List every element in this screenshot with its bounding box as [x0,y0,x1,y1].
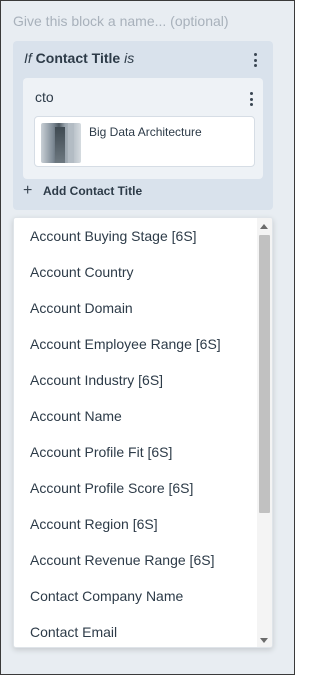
dropdown-option[interactable]: Account Name [14,398,258,434]
condition-prefix: If [24,50,32,66]
dropdown-option[interactable]: Account Country [14,254,258,290]
dropdown-option[interactable]: Contact Email [14,614,258,647]
field-dropdown[interactable]: Account Buying Stage [6S] Account Country… [13,217,273,648]
condition-block: If Contact Title is cto Big Data Archite… [13,41,273,210]
dropdown-option[interactable]: Contact Company Name [14,578,258,614]
dropdown-option[interactable]: Account Profile Score [6S] [14,470,258,506]
dropdown-option[interactable]: Account Domain [14,290,258,326]
add-contact-title-label: Add Contact Title [43,184,143,198]
scroll-down-arrow-icon[interactable] [260,638,268,643]
dropdown-option[interactable]: Account Profile Fit [6S] [14,434,258,470]
dropdown-option[interactable]: Account Employee Range [6S] [14,326,258,362]
condition-header: If Contact Title is [24,50,134,66]
editor-panel: Give this block a name... (optional) If … [0,0,295,675]
condition-value-card: cto Big Data Architecture [23,78,263,179]
chip-label: Big Data Architecture [89,125,202,139]
value-menu-icon[interactable] [244,90,258,108]
add-contact-title-button[interactable]: + Add Contact Title [23,182,143,199]
dropdown-scrollbar[interactable] [257,218,272,647]
chip-thumbnail-image [41,123,81,163]
condition-value: cto [35,89,54,105]
condition-operator: is [124,50,135,66]
plus-icon: + [23,182,33,199]
field-option-list: Account Buying Stage [6S] Account Country… [14,218,258,647]
dropdown-option[interactable]: Account Industry [6S] [14,362,258,398]
scroll-thumb[interactable] [259,235,270,513]
dropdown-option[interactable]: Account Region [6S] [14,506,258,542]
block-name-input[interactable]: Give this block a name... (optional) [13,13,229,29]
scroll-up-arrow-icon[interactable] [260,224,268,229]
condition-menu-icon[interactable] [248,51,262,69]
condition-field: Contact Title [35,50,121,66]
dropdown-option[interactable]: Account Buying Stage [6S] [14,218,258,254]
dropdown-option[interactable]: Account Revenue Range [6S] [14,542,258,578]
value-chip[interactable]: Big Data Architecture [34,116,255,167]
